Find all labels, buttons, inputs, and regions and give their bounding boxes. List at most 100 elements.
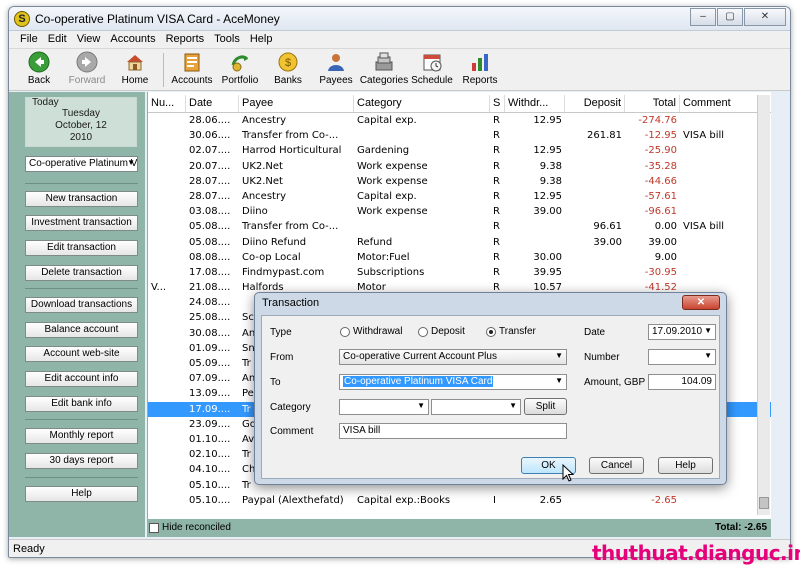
close-button[interactable]: ✕	[744, 8, 786, 26]
column-header-comment[interactable]: Comment	[680, 95, 760, 112]
table-row[interactable]: 05.08.... Transfer from Co-... R 96.61 0.00 V…	[148, 219, 771, 234]
schedule-label: Schedule	[411, 75, 453, 86]
date-picker[interactable]: 17.09.2010 ▼	[648, 324, 716, 340]
cell-comment	[680, 143, 760, 158]
chevron-down-icon: ▼	[704, 351, 712, 360]
forward-button[interactable]: Forward	[63, 49, 111, 91]
cell-category: Motor:Fuel	[357, 251, 410, 263]
menu-file[interactable]: File	[15, 31, 43, 48]
table-row[interactable]: 08.08.... Co-op Local Motor:Fuel R 30.00 9.00	[148, 250, 771, 265]
30-days-report-button[interactable]: 30 days report	[25, 453, 138, 469]
minimize-button[interactable]: –	[690, 8, 716, 26]
monthly-report-button[interactable]: Monthly report	[25, 428, 138, 444]
hide-reconciled-checkbox[interactable]	[149, 522, 159, 533]
table-row[interactable]: 03.08.... Diino Work expense R 39.00 -96.61	[148, 204, 771, 219]
banks-button[interactable]: $ Banks	[264, 49, 312, 91]
back-button[interactable]: Back	[15, 49, 63, 91]
cell-payee: Diino Refund	[242, 236, 307, 248]
schedule-button[interactable]: Schedule	[408, 49, 456, 91]
cell-status: R	[493, 206, 500, 218]
cell-deposit	[565, 113, 625, 128]
cell-number	[148, 310, 186, 325]
edit-transaction-button[interactable]: Edit transaction	[25, 240, 138, 256]
deposit-radio[interactable]: Deposit	[418, 326, 465, 337]
hide-reconciled-toggle[interactable]: Hide reconciled	[149, 522, 231, 533]
to-account-select[interactable]: Co-operative Platinum VISA Card ▼	[339, 374, 567, 390]
accounts-button[interactable]: Accounts	[168, 49, 216, 91]
payees-button[interactable]: Payees	[312, 49, 360, 91]
category-select[interactable]: ▼	[339, 399, 429, 415]
dialog-help-button[interactable]: Help	[658, 457, 713, 474]
column-header-number[interactable]: Nu...	[148, 95, 186, 112]
scrollbar-thumb[interactable]	[759, 497, 769, 509]
categories-icon	[375, 52, 393, 71]
menu-reports[interactable]: Reports	[161, 31, 210, 48]
comment-field[interactable]: VISA bill	[339, 423, 567, 439]
cell-comment	[680, 113, 760, 128]
cell-total: -30.95	[644, 266, 677, 278]
table-row[interactable]: 28.07.... Ancestry Capital exp. R 12.95 -57.6…	[148, 189, 771, 204]
reports-icon	[472, 54, 488, 71]
table-row[interactable]: 05.08.... Diino Refund Refund R 39.00 39.00	[148, 235, 771, 250]
cell-number: V...	[151, 282, 167, 294]
number-select[interactable]: ▼	[648, 349, 716, 365]
dialog-close-button[interactable]: ✕	[682, 295, 720, 310]
delete-transaction-button[interactable]: Delete transaction	[25, 265, 138, 281]
cell-date: 23.09....	[189, 418, 231, 430]
cell-total: -57.61	[644, 190, 677, 202]
cell-comment	[680, 235, 760, 250]
column-header-payee[interactable]: Payee	[239, 95, 354, 112]
maximize-button[interactable]: ▢	[717, 8, 743, 26]
cell-number	[148, 371, 186, 386]
cell-comment: VISA bill	[683, 130, 725, 142]
table-row[interactable]: 28.07.... UK2.Net Work expense R 9.38 -44.66	[148, 174, 771, 189]
table-row[interactable]: 28.06.... Ancestry Capital exp. R 12.95 -274.…	[148, 113, 771, 128]
subcategory-select[interactable]: ▼	[431, 399, 521, 415]
table-row[interactable]: 20.07.... UK2.Net Work expense R 9.38 -35.28	[148, 159, 771, 174]
column-header-deposit[interactable]: Deposit	[565, 95, 625, 112]
table-row[interactable]: 30.06.... Transfer from Co-... R 261.81 -12.…	[148, 128, 771, 143]
help-button[interactable]: Help	[25, 486, 138, 502]
edit-account-info-button[interactable]: Edit account info	[25, 371, 138, 387]
table-row[interactable]: 17.08.... Findmypast.com Subscriptions R 39.…	[148, 265, 771, 280]
title-bar[interactable]: S Co-operative Platinum VISA Card - AceM…	[9, 7, 790, 31]
payees-icon	[328, 54, 344, 71]
from-account-select[interactable]: Co-operative Current Account Plus ▼	[339, 349, 567, 365]
menu-tools[interactable]: Tools	[209, 31, 245, 48]
transfer-radio[interactable]: Transfer	[486, 326, 536, 337]
portfolio-icon	[231, 55, 249, 72]
account-dropdown[interactable]: Co-operative Platinum VISA ▼	[25, 156, 138, 172]
menu-help[interactable]: Help	[245, 31, 278, 48]
cancel-button[interactable]: Cancel	[589, 457, 644, 474]
dialog-title: Transaction	[262, 297, 320, 309]
menu-view[interactable]: View	[72, 31, 106, 48]
reports-button[interactable]: Reports	[456, 49, 504, 91]
account-website-button[interactable]: Account web-site	[25, 346, 138, 362]
balance-account-button[interactable]: Balance account	[25, 322, 138, 338]
split-button[interactable]: Split	[524, 398, 567, 415]
column-header-withdrawal[interactable]: Withdr...	[505, 95, 565, 112]
new-transaction-button[interactable]: New transaction	[25, 191, 138, 207]
menu-accounts[interactable]: Accounts	[105, 31, 160, 48]
home-button[interactable]: Home	[111, 49, 159, 91]
table-row[interactable]: 02.07.... Harrod Horticultural Gardening R 1…	[148, 143, 771, 158]
menu-edit[interactable]: Edit	[43, 31, 72, 48]
cell-payee: Diino	[242, 206, 268, 218]
withdrawal-radio[interactable]: Withdrawal	[340, 326, 402, 337]
investment-transaction-button[interactable]: Investment transaction	[25, 215, 138, 231]
today-year: 2010	[69, 132, 93, 143]
cell-total: -25.90	[644, 145, 677, 157]
column-header-category[interactable]: Category	[354, 95, 490, 112]
column-header-status[interactable]: S	[490, 95, 505, 112]
amount-field[interactable]: 104.09	[648, 374, 716, 390]
table-row[interactable]: 05.10.... Paypal (Alexthefatd) Capital exp…	[148, 493, 771, 508]
column-header-date[interactable]: Date	[186, 95, 239, 112]
column-header-total[interactable]: Total	[625, 95, 680, 112]
cell-comment	[680, 174, 760, 189]
portfolio-button[interactable]: Portfolio	[216, 49, 264, 91]
edit-bank-info-button[interactable]: Edit bank info	[25, 396, 138, 412]
vertical-scrollbar[interactable]	[757, 95, 770, 515]
download-transactions-button[interactable]: Download transactions	[25, 297, 138, 313]
cell-total: -44.66	[644, 175, 677, 187]
categories-button[interactable]: Categories	[360, 49, 408, 91]
